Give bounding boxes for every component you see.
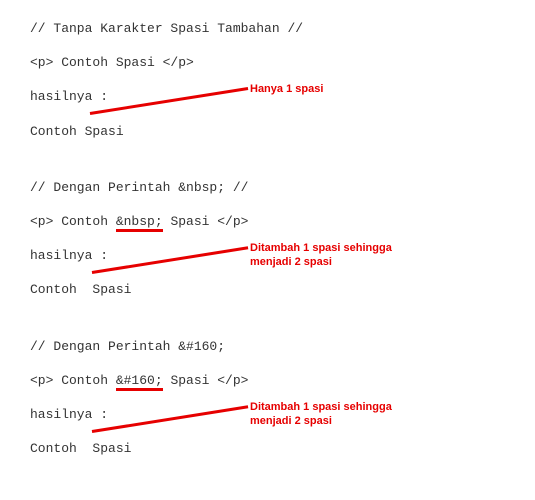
code-entity: &nbsp; — [116, 214, 163, 232]
result-output: Contoh Spasi — [30, 123, 505, 141]
output-suffix: Spasi — [85, 124, 124, 139]
annotation-text: Ditambah 1 spasi sehingga menjadi 2 spas… — [250, 241, 420, 270]
code-comment: // Tanpa Karakter Spasi Tambahan // — [30, 20, 505, 38]
result-output: Contoh Spasi — [30, 440, 505, 458]
result-output: Contoh Spasi — [30, 281, 505, 299]
code-line: <p> Contoh &#160; Spasi </p> — [30, 372, 505, 390]
code-text: Spasi </p> — [163, 373, 249, 388]
output-prefix: Contoh — [30, 124, 77, 139]
code-comment: // Dengan Perintah &#160; — [30, 338, 505, 356]
output-suffix: Spasi — [92, 282, 131, 297]
code-text: <p> Contoh — [30, 373, 116, 388]
output-gap — [77, 441, 93, 456]
code-line: <p> Contoh Spasi </p> — [30, 54, 505, 72]
annotation-text: Hanya 1 spasi — [250, 82, 370, 96]
output-gap — [77, 282, 93, 297]
annotation-text: Ditambah 1 spasi sehingga menjadi 2 spas… — [250, 400, 420, 429]
code-text: <p> Contoh Spasi </p> — [30, 55, 194, 70]
code-text: Spasi </p> — [163, 214, 249, 229]
example-block: // Dengan Perintah &nbsp; // <p> Contoh … — [30, 179, 505, 300]
code-entity: &#160; — [116, 373, 163, 391]
output-suffix: Spasi — [92, 441, 131, 456]
output-prefix: Contoh — [30, 441, 77, 456]
code-text: <p> Contoh — [30, 214, 116, 229]
output-gap — [77, 124, 85, 139]
output-prefix: Contoh — [30, 282, 77, 297]
example-block: // Tanpa Karakter Spasi Tambahan // <p> … — [30, 20, 505, 141]
code-line: <p> Contoh &nbsp; Spasi </p> — [30, 213, 505, 231]
example-block: // Dengan Perintah &#160; <p> Contoh &#1… — [30, 338, 505, 459]
code-comment: // Dengan Perintah &nbsp; // — [30, 179, 505, 197]
